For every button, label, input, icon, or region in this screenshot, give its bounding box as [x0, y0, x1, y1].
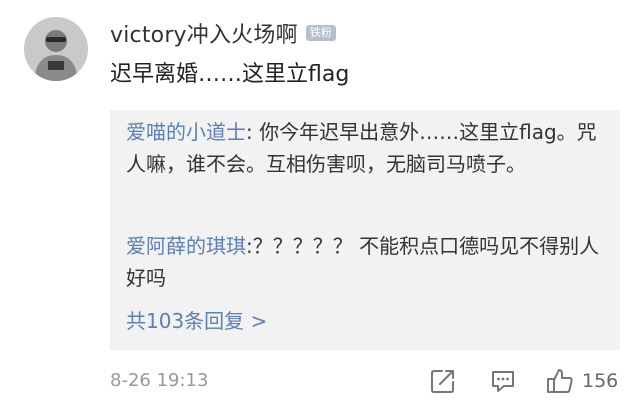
comment-text: 迟早离婚……这里立flag [110, 62, 350, 87]
view-all-replies-link[interactable]: 共103条回复 > [126, 305, 267, 337]
fan-badge: 铁粉 [305, 25, 336, 41]
like-button[interactable]: 156 [546, 366, 618, 396]
timestamp: 8-26 19:13 [110, 370, 209, 391]
comment-button[interactable] [490, 366, 516, 396]
reply-separator: : [246, 234, 253, 258]
avatar-image [24, 17, 88, 81]
reply-item[interactable]: 爱喵的小道士: 你今年迟早出意外……这里立flag。咒人嘛，谁不会。互相伤害呗，… [126, 116, 604, 180]
username[interactable]: victory冲入火场啊 [110, 17, 298, 49]
comment-header: victory冲入火场啊 铁粉 [110, 18, 336, 48]
thumbs-up-icon [547, 369, 573, 393]
reply-box: 爱喵的小道士: 你今年迟早出意外……这里立flag。咒人嘛，谁不会。互相伤害呗，… [110, 110, 620, 350]
reply-separator: : [246, 120, 260, 144]
reply-author[interactable]: 爱喵的小道士 [126, 120, 246, 144]
reply-author[interactable]: 爱阿薛的琪琪 [126, 234, 246, 258]
like-count: 156 [582, 370, 619, 392]
comment-icon [492, 371, 514, 392]
share-button[interactable] [430, 366, 456, 396]
avatar[interactable] [24, 17, 88, 81]
reply-item[interactable]: 爱阿薛的琪琪:？？？？？ 不能积点口德吗见不得别人好吗 [126, 230, 604, 294]
share-icon [431, 370, 454, 393]
comment-footer: 8-26 19:13 156 [110, 366, 620, 396]
